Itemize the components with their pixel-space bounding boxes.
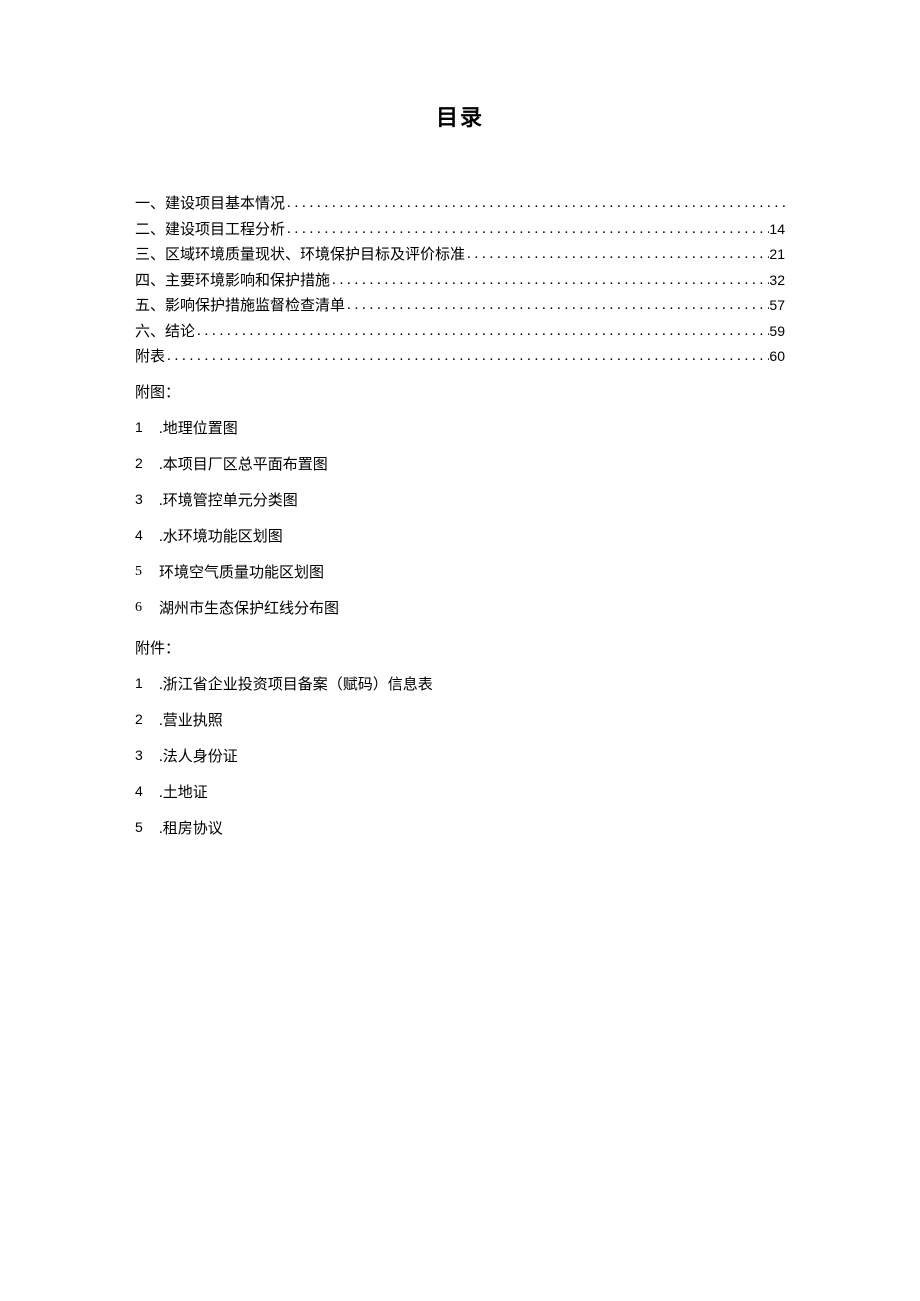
fujian-heading: 附件： bbox=[135, 631, 785, 667]
list-text: .浙江省企业投资项目备案（赋码）信息表 bbox=[159, 667, 785, 703]
futu-list: 1 .地理位置图 2 .本项目厂区总平面布置图 3 .环境管控单元分类图 4 .… bbox=[135, 411, 785, 627]
document-page: 目录 一、建设项目基本情况 二、建设项目工程分析 14 三、区域环境质量现状、环… bbox=[0, 0, 920, 847]
list-number: 6 bbox=[135, 591, 159, 627]
toc-label: 三、区域环境质量现状、环境保护目标及评价标准 bbox=[135, 243, 465, 269]
toc-entry: 三、区域环境质量现状、环境保护目标及评价标准 21 bbox=[135, 243, 785, 269]
list-number: 1 bbox=[135, 667, 159, 703]
list-item: 3 .法人身份证 bbox=[135, 739, 785, 775]
list-item: 2 .本项目厂区总平面布置图 bbox=[135, 447, 785, 483]
list-item: 2 .营业执照 bbox=[135, 703, 785, 739]
list-item: 5 环境空气质量功能区划图 bbox=[135, 555, 785, 591]
page-title: 目录 bbox=[135, 100, 785, 132]
list-number: 3 bbox=[135, 739, 159, 775]
list-number: 4 bbox=[135, 775, 159, 811]
list-number: 2 bbox=[135, 447, 159, 483]
futu-heading: 附图： bbox=[135, 375, 785, 411]
list-text: 环境空气质量功能区划图 bbox=[159, 555, 785, 591]
list-number: 2 bbox=[135, 703, 159, 739]
toc-leader bbox=[285, 191, 785, 217]
table-of-contents: 一、建设项目基本情况 二、建设项目工程分析 14 三、区域环境质量现状、环境保护… bbox=[135, 192, 785, 371]
toc-page-number: 57 bbox=[769, 294, 785, 318]
list-text: .本项目厂区总平面布置图 bbox=[159, 447, 785, 483]
toc-leader bbox=[330, 268, 769, 294]
list-item: 1 .浙江省企业投资项目备案（赋码）信息表 bbox=[135, 667, 785, 703]
toc-page-number: 14 bbox=[769, 218, 785, 242]
toc-label: 附表 bbox=[135, 345, 165, 371]
list-text: .法人身份证 bbox=[159, 739, 785, 775]
toc-entry: 二、建设项目工程分析 14 bbox=[135, 218, 785, 244]
toc-page-number: 21 bbox=[769, 243, 785, 267]
list-number: 1 bbox=[135, 411, 159, 447]
list-text: 湖州市生态保护红线分布图 bbox=[159, 591, 785, 627]
toc-entry: 五、影响保护措施监督检查清单 57 bbox=[135, 294, 785, 320]
toc-page-number: 32 bbox=[769, 269, 785, 293]
toc-leader bbox=[465, 242, 769, 268]
toc-label: 一、建设项目基本情况 bbox=[135, 192, 285, 218]
list-item: 4 .水环境功能区划图 bbox=[135, 519, 785, 555]
toc-leader bbox=[285, 217, 769, 243]
toc-entry: 六、结论 59 bbox=[135, 320, 785, 346]
list-number: 5 bbox=[135, 555, 159, 591]
list-item: 1 .地理位置图 bbox=[135, 411, 785, 447]
list-text: .营业执照 bbox=[159, 703, 785, 739]
list-text: .租房协议 bbox=[159, 811, 785, 847]
toc-leader bbox=[195, 319, 769, 345]
list-text: .地理位置图 bbox=[159, 411, 785, 447]
toc-entry: 四、主要环境影响和保护措施 32 bbox=[135, 269, 785, 295]
toc-label: 四、主要环境影响和保护措施 bbox=[135, 269, 330, 295]
toc-page-number: 59 bbox=[769, 320, 785, 344]
list-item: 4 .土地证 bbox=[135, 775, 785, 811]
list-item: 5 .租房协议 bbox=[135, 811, 785, 847]
list-item: 6 湖州市生态保护红线分布图 bbox=[135, 591, 785, 627]
toc-label: 五、影响保护措施监督检查清单 bbox=[135, 294, 345, 320]
toc-entry: 附表 60 bbox=[135, 345, 785, 371]
list-item: 3 .环境管控单元分类图 bbox=[135, 483, 785, 519]
list-number: 3 bbox=[135, 483, 159, 519]
list-number: 5 bbox=[135, 811, 159, 847]
toc-label: 二、建设项目工程分析 bbox=[135, 218, 285, 244]
list-text: .土地证 bbox=[159, 775, 785, 811]
toc-page-number: 60 bbox=[769, 345, 785, 369]
list-number: 4 bbox=[135, 519, 159, 555]
toc-entry: 一、建设项目基本情况 bbox=[135, 192, 785, 218]
toc-label: 六、结论 bbox=[135, 320, 195, 346]
list-text: .水环境功能区划图 bbox=[159, 519, 785, 555]
list-text: .环境管控单元分类图 bbox=[159, 483, 785, 519]
toc-leader bbox=[165, 344, 769, 370]
fujian-list: 1 .浙江省企业投资项目备案（赋码）信息表 2 .营业执照 3 .法人身份证 4… bbox=[135, 667, 785, 847]
toc-leader bbox=[345, 293, 769, 319]
